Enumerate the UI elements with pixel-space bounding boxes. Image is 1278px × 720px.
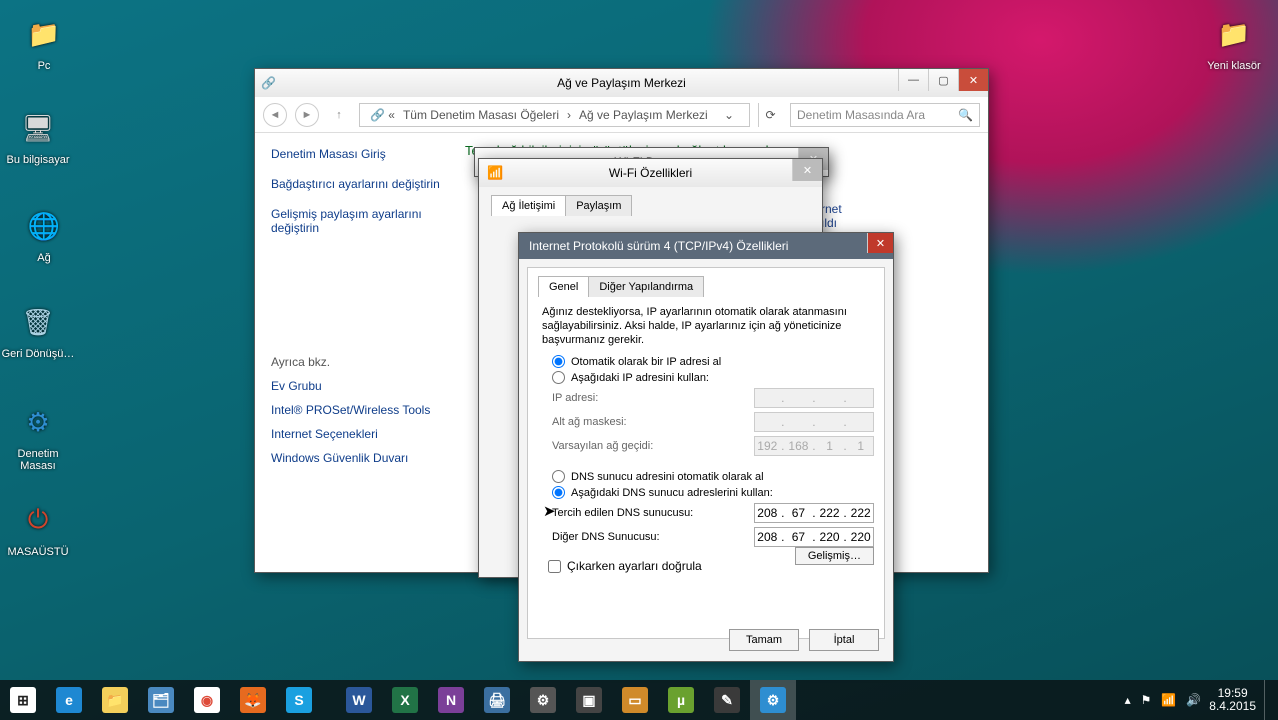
close-button[interactable]: ✕ xyxy=(792,159,822,181)
desktop-icon-bu-bilgisayar[interactable]: 🖥Bu bilgisayar xyxy=(0,106,76,166)
chevron-down-icon[interactable]: ⌄ xyxy=(719,108,739,122)
close-button[interactable]: ✕ xyxy=(867,233,893,253)
link-homegroup[interactable]: Ev Grubu xyxy=(271,379,445,393)
tab-alternate-config[interactable]: Diğer Yapılandırma xyxy=(588,276,704,297)
close-button[interactable]: ✕ xyxy=(958,69,988,91)
tray-up-icon[interactable]: ▴ xyxy=(1125,693,1131,707)
ip-address-field: ... xyxy=(754,388,874,408)
link-internet-options[interactable]: Internet Seçenekleri xyxy=(271,427,445,441)
radio-auto-ip[interactable] xyxy=(552,355,565,368)
tab-sharing[interactable]: Paylaşım xyxy=(565,195,632,216)
desktop-icon-denetim-masas-[interactable]: ⚙Denetim Masası xyxy=(0,400,76,472)
ok-button[interactable]: Tamam xyxy=(729,629,799,651)
taskbar-firefox[interactable]: 🦊 xyxy=(230,680,276,720)
titlebar[interactable]: Internet Protokolü sürüm 4 (TCP/IPv4) Öz… xyxy=(519,233,893,259)
taskbar[interactable]: ⊞ e 📁 🗂 ◉ 🦊 S W X N 🖨 ⚙ ▣ ▭ µ ✎ ⚙ ▴ ⚑ 📶 … xyxy=(0,680,1278,720)
tab-networking[interactable]: Ağ İletişimi xyxy=(491,195,566,216)
desktop-icon-masa-st-[interactable]: ⏻MASAÜSTÜ xyxy=(0,498,76,558)
alternate-dns-field[interactable]: 208.67.220.220 xyxy=(754,527,874,547)
desktop-icon-pc[interactable]: 📁Pc xyxy=(6,12,82,72)
taskbar-libraries[interactable]: 🗂 xyxy=(138,680,184,720)
taskbar-app4[interactable]: ✎ xyxy=(704,680,750,720)
cancel-button[interactable]: İptal xyxy=(809,629,879,651)
desktop-icon-yeni-klas-r[interactable]: 📁Yeni klasör xyxy=(1196,12,1272,72)
breadcrumb[interactable]: 🔗 « Tüm Denetim Masası Öğeleri › Ağ ve P… xyxy=(359,103,750,127)
volume-icon[interactable]: 🔊 xyxy=(1186,693,1201,707)
window-title: Internet Protokolü sürüm 4 (TCP/IPv4) Öz… xyxy=(529,239,788,253)
taskbar-onenote[interactable]: N xyxy=(428,680,474,720)
link-control-home[interactable]: Denetim Masası Giriş xyxy=(271,147,445,161)
taskbar-app1[interactable]: 🖨 xyxy=(474,680,520,720)
radio-auto-dns[interactable] xyxy=(552,470,565,483)
preferred-dns-field[interactable]: 208.67.222.222 xyxy=(754,503,874,523)
system-tray[interactable]: ▴ ⚑ 📶 🔊 xyxy=(1125,693,1202,707)
radio-manual-ip[interactable] xyxy=(552,371,565,384)
taskbar-chrome[interactable]: ◉ xyxy=(184,680,230,720)
search-icon: 🔍 xyxy=(958,108,973,122)
taskbar-explorer[interactable]: 📁 xyxy=(92,680,138,720)
up-button[interactable]: ↑ xyxy=(327,103,351,127)
search-input[interactable]: Denetim Masasında Ara 🔍 xyxy=(790,103,980,127)
taskbar-word[interactable]: W xyxy=(336,680,382,720)
link-windows-firewall[interactable]: Windows Güvenlik Duvarı xyxy=(271,451,445,465)
window-title: Ağ ve Paylaşım Merkezi xyxy=(557,76,686,90)
taskbar-control-panel[interactable]: ⚙ xyxy=(750,680,796,720)
taskbar-ie[interactable]: e xyxy=(46,680,92,720)
titlebar[interactable]: 🔗 Ağ ve Paylaşım Merkezi — ▢ ✕ xyxy=(255,69,988,97)
see-also-label: Ayrıca bkz. xyxy=(271,355,445,369)
taskbar-skype[interactable]: S xyxy=(276,680,322,720)
window-title: Wi-Fi Özellikleri xyxy=(609,166,692,180)
taskbar-utorrent[interactable]: µ xyxy=(658,680,704,720)
taskbar-excel[interactable]: X xyxy=(382,680,428,720)
description-text: Ağınız destekliyorsa, IP ayarlarının oto… xyxy=(542,305,870,347)
link-intel-proset[interactable]: Intel® PROSet/Wireless Tools xyxy=(271,403,445,417)
side-panel: Denetim Masası Giriş Bağdaştırıcı ayarla… xyxy=(255,133,461,572)
advanced-button[interactable]: Gelişmiş… xyxy=(795,547,874,565)
radio-manual-dns[interactable] xyxy=(552,486,565,499)
gateway-field: 192.168.1.1 xyxy=(754,436,874,456)
maximize-button[interactable]: ▢ xyxy=(928,69,958,91)
window-ipv4-properties[interactable]: Internet Protokolü sürüm 4 (TCP/IPv4) Öz… xyxy=(518,232,894,662)
refresh-button[interactable]: ⟳ xyxy=(758,103,782,127)
tab-general[interactable]: Genel xyxy=(538,276,589,297)
desktop-icon-geri-d-n-[interactable]: 🗑Geri Dönüşü… xyxy=(0,300,76,360)
taskbar-vm[interactable]: ▭ xyxy=(612,680,658,720)
minimize-button[interactable]: — xyxy=(898,69,928,91)
link-adapter-settings[interactable]: Bağdaştırıcı ayarlarını değiştirin xyxy=(271,177,445,191)
taskbar-app2[interactable]: ⚙ xyxy=(520,680,566,720)
link-advanced-sharing[interactable]: Gelişmiş paylaşım ayarlarını değiştirin xyxy=(271,207,445,235)
subnet-mask-field: ... xyxy=(754,412,874,432)
taskbar-app3[interactable]: ▣ xyxy=(566,680,612,720)
forward-button[interactable]: ► xyxy=(295,103,319,127)
show-desktop-button[interactable] xyxy=(1264,680,1272,720)
start-button[interactable]: ⊞ xyxy=(0,680,46,720)
network-icon[interactable]: 📶 xyxy=(1161,693,1176,707)
clock[interactable]: 19:59 8.4.2015 xyxy=(1209,687,1256,713)
checkbox-validate[interactable] xyxy=(548,560,561,573)
action-center-icon[interactable]: ⚑ xyxy=(1141,693,1152,707)
back-button[interactable]: ◄ xyxy=(263,103,287,127)
desktop-icon-a-[interactable]: 🌐Ağ xyxy=(6,204,82,264)
toolbar: ◄ ► ↑ 🔗 « Tüm Denetim Masası Öğeleri › A… xyxy=(255,97,988,133)
